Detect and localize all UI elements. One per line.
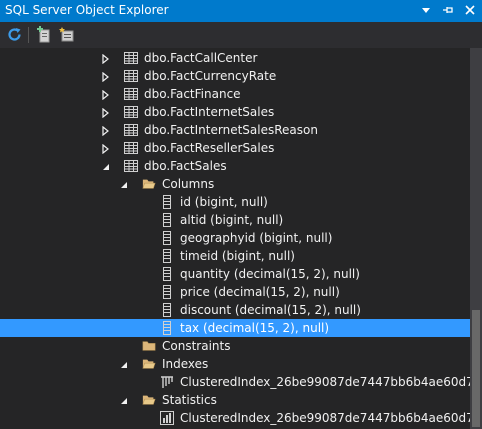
tree-node-label: dbo.FactSales	[144, 159, 227, 173]
collapsed-arrow-icon[interactable]	[101, 71, 111, 83]
statistics-icon	[160, 411, 174, 425]
column-icon	[160, 267, 174, 281]
tree-node-label: dbo.FactCallCenter	[144, 51, 258, 65]
tree-node-label: ClusteredIndex_26be99087de7447bb6b4ae60d…	[180, 375, 470, 389]
tree-node-quantity-decimal-15-2-null[interactable]: quantity (decimal(15, 2), null)	[0, 265, 470, 283]
tree-node-label: altid (bigint, null)	[180, 213, 284, 227]
table-icon	[124, 141, 138, 155]
collapsed-arrow-icon[interactable]	[101, 107, 111, 119]
collapsed-arrow-icon[interactable]	[101, 89, 111, 101]
table-icon	[124, 105, 138, 119]
tree-node-label: discount (decimal(15, 2), null)	[180, 303, 361, 317]
collapsed-arrow-icon[interactable]	[101, 125, 111, 137]
index-icon	[160, 375, 174, 389]
folder-open-icon	[142, 357, 156, 371]
tree-node-label: dbo.FactResellerSales	[144, 141, 275, 155]
title-bar: SQL Server Object Explorer	[0, 0, 482, 22]
tree-node-label: dbo.FactInternetSales	[144, 105, 275, 119]
close-icon[interactable]	[462, 2, 478, 18]
collapsed-arrow-icon[interactable]	[101, 143, 111, 155]
tree-node-clusteredindex-26be99087de7447bb6b4ae60d78b5b95[interactable]: ClusteredIndex_26be99087de7447bb6b4ae60d…	[0, 373, 470, 391]
tree-node-dbo-factresellersales[interactable]: dbo.FactResellerSales	[0, 139, 470, 157]
expanded-arrow-icon[interactable]	[119, 359, 129, 369]
tree-node-timeid-bigint-null[interactable]: timeid (bigint, null)	[0, 247, 470, 265]
tree-node-dbo-factsales[interactable]: dbo.FactSales	[0, 157, 470, 175]
table-icon	[124, 87, 138, 101]
window-title: SQL Server Object Explorer	[5, 3, 169, 17]
toolbar	[0, 22, 482, 48]
pin-icon[interactable]	[440, 2, 456, 18]
properties-icon[interactable]	[57, 25, 77, 45]
column-icon	[160, 249, 174, 263]
tree-node-id-bigint-null[interactable]: id (bigint, null)	[0, 193, 470, 211]
add-sql-server-icon[interactable]	[34, 25, 54, 45]
tree-node-label: dbo.FactCurrencyRate	[144, 69, 277, 83]
table-icon	[124, 159, 138, 173]
folder-icon	[142, 339, 156, 353]
tree-node-dbo-factcallcenter[interactable]: dbo.FactCallCenter	[0, 49, 470, 67]
expanded-arrow-icon[interactable]	[119, 395, 129, 405]
tree-node-dbo-factinternetsales[interactable]: dbo.FactInternetSales	[0, 103, 470, 121]
column-icon	[160, 285, 174, 299]
table-icon	[124, 69, 138, 83]
tree-node-label: geographyid (bigint, null)	[180, 231, 333, 245]
tree-node-geographyid-bigint-null[interactable]: geographyid (bigint, null)	[0, 229, 470, 247]
column-icon	[160, 195, 174, 209]
folder-open-icon	[142, 177, 156, 191]
object-explorer-tree: dbo.FactCallCenter dbo.FactCurrencyRate db…	[0, 48, 470, 429]
tree-node-label: ClusteredIndex_26be99087de7447bb6b4ae60d…	[180, 411, 470, 425]
column-icon	[160, 231, 174, 245]
column-icon	[160, 303, 174, 317]
tree-node-label: quantity (decimal(15, 2), null)	[180, 267, 360, 281]
column-icon	[160, 213, 174, 227]
column-icon	[160, 321, 174, 335]
tree-node-label: Columns	[162, 177, 215, 191]
collapsed-arrow-icon[interactable]	[101, 53, 111, 65]
tree-node-tax-decimal-15-2-null[interactable]: tax (decimal(15, 2), null)	[0, 319, 470, 337]
tree-node-label: Statistics	[162, 393, 217, 407]
tree-node-price-decimal-15-2-null[interactable]: price (decimal(15, 2), null)	[0, 283, 470, 301]
tree-node-dbo-factcurrencyrate[interactable]: dbo.FactCurrencyRate	[0, 67, 470, 85]
tree-node-altid-bigint-null[interactable]: altid (bigint, null)	[0, 211, 470, 229]
folder-open-icon	[142, 393, 156, 407]
tree-node-indexes[interactable]: Indexes	[0, 355, 470, 373]
tree-node-clusteredindex-26be99087de7447bb6b4ae60d78b5b95[interactable]: ClusteredIndex_26be99087de7447bb6b4ae60d…	[0, 409, 470, 427]
tree-node-label: timeid (bigint, null)	[180, 249, 295, 263]
toolbar-separator	[28, 27, 29, 43]
tree-node-statistics[interactable]: Statistics	[0, 391, 470, 409]
scrollbar-thumb[interactable]	[472, 310, 480, 427]
tree-node-label: id (bigint, null)	[180, 195, 268, 209]
tree-node-label: dbo.FactInternetSalesReason	[144, 123, 318, 137]
vertical-scrollbar[interactable]	[470, 48, 482, 429]
table-icon	[124, 51, 138, 65]
tree-node-label: price (decimal(15, 2), null)	[180, 285, 340, 299]
refresh-icon[interactable]	[5, 25, 25, 45]
expanded-arrow-icon[interactable]	[101, 161, 111, 171]
table-icon	[124, 123, 138, 137]
dropdown-icon[interactable]	[418, 2, 434, 18]
tree-node-label: tax (decimal(15, 2), null)	[180, 321, 330, 335]
tree-node-discount-decimal-15-2-null[interactable]: discount (decimal(15, 2), null)	[0, 301, 470, 319]
tree-node-label: Indexes	[162, 357, 209, 371]
expanded-arrow-icon[interactable]	[119, 179, 129, 189]
tree-node-columns[interactable]: Columns	[0, 175, 470, 193]
tree-node-label: Constraints	[162, 339, 231, 353]
tree-node-label: dbo.FactFinance	[144, 87, 241, 101]
tree-node-constraints[interactable]: Constraints	[0, 337, 470, 355]
tree-node-dbo-factinternetsalesreason[interactable]: dbo.FactInternetSalesReason	[0, 121, 470, 139]
tree-node-dbo-factfinance[interactable]: dbo.FactFinance	[0, 85, 470, 103]
